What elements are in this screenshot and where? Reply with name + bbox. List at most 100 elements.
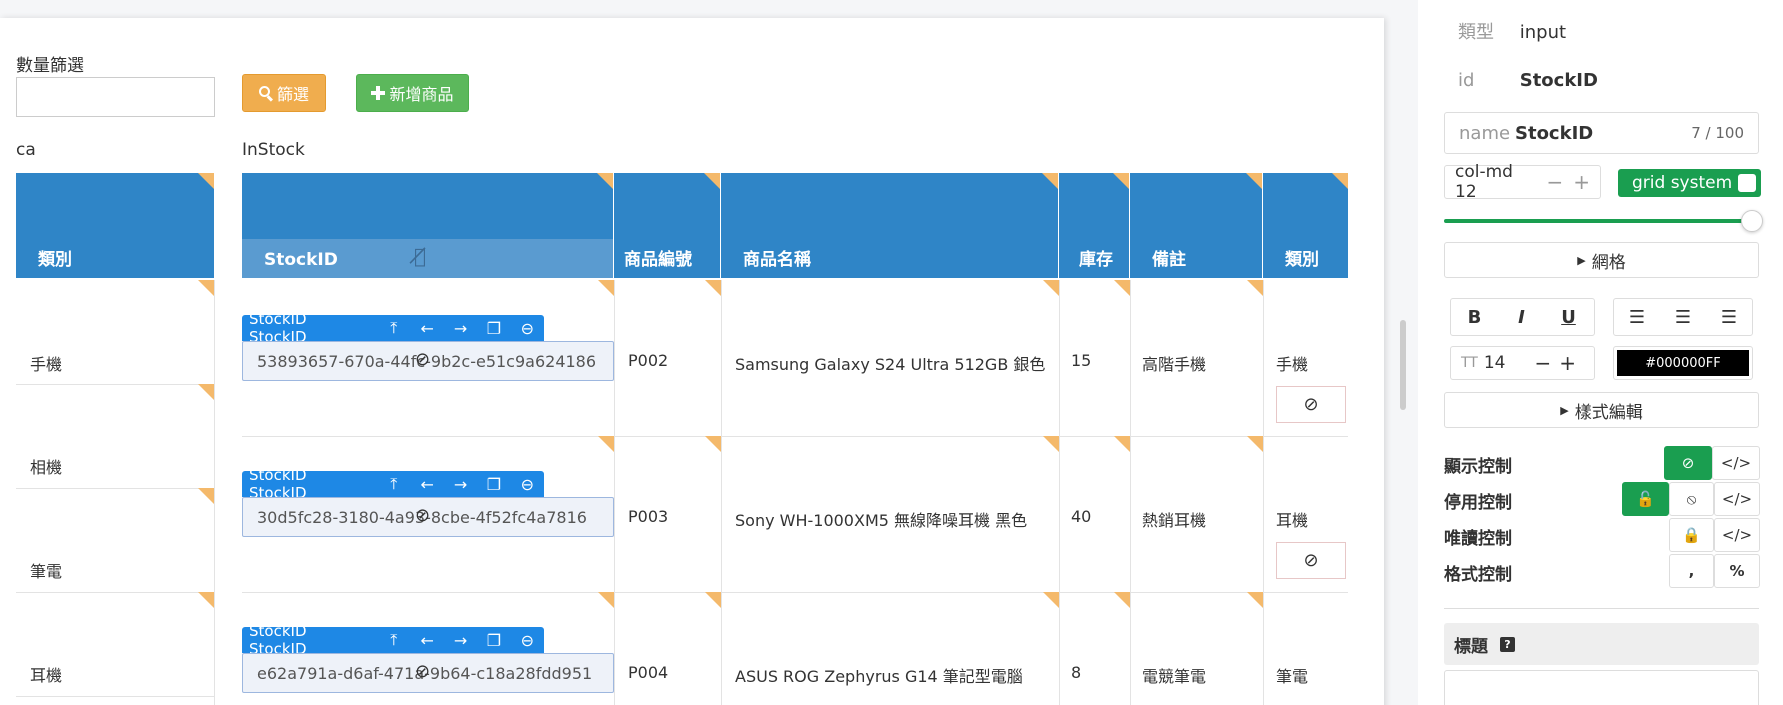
width-slider[interactable]	[1444, 219, 1749, 223]
cell-handle-icon[interactable]	[598, 592, 614, 608]
style-section-toggle[interactable]: ▶ 樣式編輯	[1444, 392, 1759, 428]
lock-icon[interactable]: 🔓	[1622, 482, 1669, 516]
type-row: 類型 input	[1458, 18, 1566, 44]
cell-handle-icon[interactable]	[198, 592, 214, 608]
name-field[interactable]: name StockID 7 / 100	[1444, 112, 1759, 154]
arrow-right-icon[interactable]: →	[444, 319, 477, 338]
cell-handle-icon[interactable]	[598, 280, 614, 296]
cell-handle-icon[interactable]	[198, 488, 214, 504]
cell-handle-icon[interactable]	[705, 436, 721, 452]
eye-slash-icon: ⊘	[1303, 394, 1319, 415]
col-category[interactable]: 類別	[1263, 173, 1348, 278]
col-product-code[interactable]: 商品編號	[614, 173, 721, 278]
cell-handle-icon[interactable]	[198, 384, 214, 400]
size-stepper-buttons[interactable]: −+	[1534, 351, 1584, 375]
italic-icon[interactable]: I	[1498, 307, 1545, 328]
select-parent-icon[interactable]: ⤒	[377, 474, 410, 494]
cell-handle-icon[interactable]	[1114, 280, 1130, 296]
align-left-icon[interactable]: ☰	[1614, 307, 1660, 328]
cell-handle-icon[interactable]	[597, 173, 613, 189]
align-right-icon[interactable]: ☰	[1706, 307, 1752, 328]
text-height-icon: TT	[1461, 355, 1478, 371]
underline-icon[interactable]: U	[1545, 307, 1592, 328]
cell-handle-icon[interactable]	[705, 592, 721, 608]
quantity-filter-input[interactable]	[16, 77, 215, 117]
name-value: StockID	[1515, 122, 1594, 144]
copy-icon[interactable]: ❐	[477, 475, 510, 494]
cell-handle-icon[interactable]	[1247, 436, 1263, 452]
hidden-toggle[interactable]: ⊘	[1276, 386, 1346, 423]
help-icon[interactable]: ?	[1500, 636, 1515, 652]
select-parent-icon[interactable]: ⤒	[377, 318, 410, 338]
plus-icon[interactable]: +	[1573, 170, 1590, 194]
note-cell: 電競筆電	[1142, 667, 1207, 686]
cell-handle-icon[interactable]	[1247, 592, 1263, 608]
color-picker[interactable]: #000000FF	[1613, 346, 1753, 380]
arrow-left-icon[interactable]: ←	[411, 631, 444, 650]
col-stockid[interactable]: StockID 👁̸	[242, 173, 614, 278]
col-product-name[interactable]: 商品名稱	[721, 173, 1059, 278]
align-center-icon[interactable]: ☰	[1660, 307, 1706, 328]
lock-icon[interactable]: 🔒	[1669, 518, 1714, 552]
remove-icon[interactable]: ⊖	[511, 475, 544, 494]
arrow-left-icon[interactable]: ←	[411, 319, 444, 338]
title-textarea[interactable]	[1444, 670, 1759, 705]
cell-handle-icon[interactable]	[1043, 592, 1059, 608]
cell-handle-icon[interactable]	[1247, 280, 1263, 296]
filter-button[interactable]: 篩選	[242, 74, 326, 112]
add-product-button[interactable]: 新增商品	[356, 74, 469, 112]
remove-icon[interactable]: ⊖	[511, 319, 544, 338]
field-control-toolbar: StockID StockID ⤒ ← → ❐ ⊖	[242, 310, 544, 346]
code-icon[interactable]: </>	[1714, 518, 1760, 552]
eye-slash-icon: ⊘	[415, 505, 431, 526]
cell-handle-icon[interactable]	[1246, 173, 1262, 189]
col-note[interactable]: 備註	[1130, 173, 1263, 278]
eye-slash-icon[interactable]: ⊘	[1664, 446, 1712, 480]
col-category-label: 類別	[1285, 250, 1319, 270]
cell-handle-icon[interactable]	[704, 173, 720, 189]
cell-handle-icon[interactable]	[1043, 436, 1059, 452]
ban-icon[interactable]: ⦸	[1669, 482, 1714, 516]
cell-handle-icon[interactable]	[705, 280, 721, 296]
select-parent-icon[interactable]: ⤒	[377, 630, 410, 650]
code-icon[interactable]: </>	[1714, 482, 1760, 516]
arrow-right-icon[interactable]: →	[444, 475, 477, 494]
col-stock[interactable]: 庫存	[1059, 173, 1130, 278]
id-key: id	[1458, 70, 1475, 91]
product-code-cell: P002	[628, 351, 669, 370]
font-size-stepper[interactable]: TT 14 −+	[1450, 346, 1595, 380]
cell-handle-icon[interactable]	[1043, 280, 1059, 296]
arrow-left-icon[interactable]: ←	[411, 475, 444, 494]
cell-handle-icon[interactable]	[1114, 436, 1130, 452]
grid-system-toggle[interactable]: grid system	[1618, 169, 1761, 197]
cell-handle-icon[interactable]	[1332, 173, 1348, 189]
id-value: StockID	[1519, 70, 1598, 91]
cell-handle-icon[interactable]	[1042, 173, 1058, 189]
canvas-scrollbar[interactable]	[1400, 320, 1406, 410]
toggle-switch[interactable]	[1736, 172, 1758, 194]
hidden-toggle[interactable]: ⊘	[1276, 542, 1346, 579]
remove-icon[interactable]: ⊖	[511, 631, 544, 650]
eye-slash-icon[interactable]: 👁̸	[414, 244, 613, 268]
colmd-stepper[interactable]: col-md 12 − +	[1444, 162, 1601, 202]
percent-icon[interactable]: %	[1714, 554, 1760, 588]
slider-handle[interactable]	[1741, 210, 1763, 232]
product-name-cell: ASUS ROG Zephyrus G14 筆記型電腦	[735, 667, 1023, 686]
cell-handle-icon[interactable]	[198, 280, 214, 296]
id-row: id StockID	[1458, 70, 1598, 91]
ca-col-category[interactable]: 類別	[16, 173, 214, 278]
arrow-right-icon[interactable]: →	[444, 631, 477, 650]
comma-icon[interactable]: ,	[1669, 554, 1714, 588]
bold-icon[interactable]: B	[1451, 307, 1498, 328]
cell-handle-icon[interactable]	[598, 436, 614, 452]
disable-control-label: 停用控制	[1444, 493, 1512, 513]
cell-handle-icon[interactable]	[1113, 173, 1129, 189]
minus-icon[interactable]: −	[1546, 170, 1563, 194]
cell-handle-icon[interactable]	[198, 173, 214, 189]
code-icon[interactable]: </>	[1712, 446, 1760, 480]
grid-section-toggle[interactable]: ▶ 網格	[1444, 242, 1759, 278]
plus-icon	[371, 86, 386, 100]
copy-icon[interactable]: ❐	[477, 319, 510, 338]
cell-handle-icon[interactable]	[1114, 592, 1130, 608]
copy-icon[interactable]: ❐	[477, 631, 510, 650]
